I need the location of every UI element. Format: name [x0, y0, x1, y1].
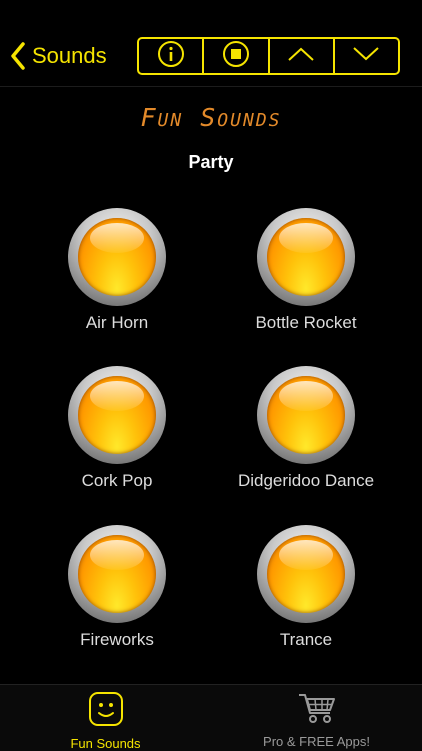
sound-button-air-horn[interactable]: Air Horn [17, 208, 217, 333]
sound-button-face [78, 376, 156, 454]
chevron-left-icon [10, 42, 26, 70]
tab-pro-free-apps[interactable]: Pro & FREE Apps! [211, 685, 422, 751]
back-button[interactable]: Sounds [10, 38, 107, 74]
sound-button-face [78, 218, 156, 296]
sound-button-face [267, 376, 345, 454]
app-title-logo: Fun Sounds [140, 103, 282, 132]
smiley-icon [88, 691, 124, 732]
sound-button-face [78, 535, 156, 613]
tab-fun-sounds[interactable]: Fun Sounds [0, 685, 211, 751]
info-icon [157, 40, 185, 73]
cart-icon [297, 691, 337, 730]
sound-button-cork-pop[interactable]: Cork Pop [17, 366, 217, 491]
sound-label: Didgeridoo Dance [237, 471, 375, 490]
back-button-label: Sounds [32, 43, 107, 68]
sound-button-didgeridoo-dance[interactable]: Didgeridoo Dance [206, 366, 406, 491]
sound-label: Trance [279, 630, 333, 649]
tab-label: Pro & FREE Apps! [263, 734, 370, 749]
info-button[interactable] [139, 39, 205, 73]
stop-icon [222, 40, 250, 73]
sound-button-bezel [257, 208, 355, 306]
previous-button[interactable] [270, 39, 335, 73]
category-title: Party [188, 152, 234, 172]
sound-label: Cork Pop [81, 471, 153, 490]
sound-button-bottle-rocket[interactable]: Bottle Rocket [206, 208, 406, 333]
sound-button-bezel [257, 525, 355, 623]
chevron-down-icon [351, 45, 381, 68]
sound-button-bezel [257, 366, 355, 464]
chevron-up-icon [286, 45, 316, 68]
navigation-bar: Sounds [0, 0, 422, 87]
sound-button-bezel [68, 366, 166, 464]
tab-label: Fun Sounds [70, 736, 141, 751]
tab-bar: Fun Sounds Pro & FREE Apps! [0, 684, 422, 751]
sound-button-bezel [68, 525, 166, 623]
sound-button-face [267, 535, 345, 613]
sound-button-face [267, 218, 345, 296]
sound-label: Fireworks [80, 630, 154, 649]
segmented-control [137, 37, 400, 75]
sound-button-trance[interactable]: Trance [206, 525, 406, 650]
sound-button-bezel [68, 208, 166, 306]
stop-button[interactable] [204, 39, 270, 73]
sound-label: Air Horn [85, 313, 149, 332]
sound-label: Bottle Rocket [255, 313, 357, 332]
sound-button-fireworks[interactable]: Fireworks [17, 525, 217, 650]
next-button[interactable] [335, 39, 398, 73]
